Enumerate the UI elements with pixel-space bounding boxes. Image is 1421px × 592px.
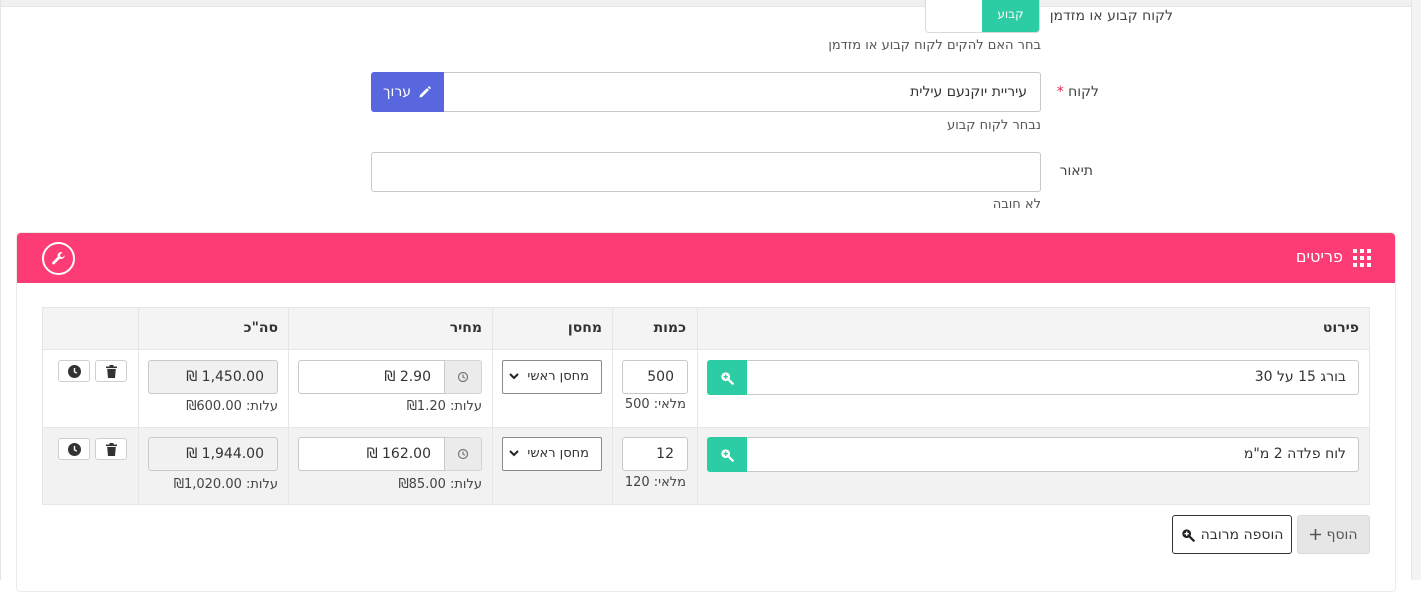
column-total: סה"כ (243, 320, 278, 336)
price-input[interactable]: 2.90 ₪ (298, 360, 445, 394)
bulk-add-button[interactable]: הוספה מרובה (1172, 515, 1292, 554)
item-input[interactable]: לוח פלדה 2 מ"מ (746, 437, 1359, 472)
chevron-down-icon (509, 450, 519, 457)
item-input[interactable]: בורג 15 על 30 (746, 360, 1359, 395)
price-input[interactable]: 162.00 ₪ (298, 437, 445, 471)
page-edge (0, 0, 1, 580)
scrollbar[interactable] (1411, 0, 1421, 580)
history-icon (457, 371, 469, 383)
bulk-add-label: הוספה מרובה (1200, 526, 1284, 543)
items-table-header: פירוט כמות מחסן מחיר סה"כ (42, 307, 1370, 350)
search-plus-icon (721, 371, 734, 385)
clock-icon (67, 442, 81, 456)
stock-note: מלאי: 120 (624, 475, 686, 490)
items-card-title: פריטים (1295, 247, 1343, 266)
quantity-input[interactable]: 500 (622, 360, 688, 394)
description-label: תיאור (1059, 163, 1093, 179)
customer-type-help: בחר האם להקים לקוח קבוע או מזדמן (828, 38, 1041, 53)
row-history-button[interactable] (58, 438, 90, 460)
plus-icon (1309, 529, 1321, 540)
column-divider (138, 307, 139, 505)
column-divider (492, 307, 493, 505)
column-warehouse: מחסן (567, 320, 602, 336)
customer-help: נבחר לקוח קבוע (947, 118, 1041, 133)
search-plus-icon (1181, 528, 1195, 542)
trash-icon (105, 364, 117, 378)
column-price: מחיר (449, 320, 482, 336)
toggle-selected-option[interactable]: קבוע (982, 0, 1039, 32)
total-field: 1,944.00 ₪ (148, 437, 278, 471)
warehouse-select[interactable]: מחסן ראשי (502, 360, 602, 394)
warehouse-value: מחסן ראשי (527, 446, 589, 461)
pencil-icon (419, 86, 431, 98)
price-history-button[interactable] (445, 360, 482, 394)
price-history-button[interactable] (445, 437, 482, 471)
search-plus-icon (721, 448, 734, 462)
settings-button[interactable] (42, 242, 75, 275)
item-search-button[interactable] (707, 360, 747, 395)
column-item: פירוט (1322, 320, 1359, 336)
column-quantity: כמות (653, 320, 686, 336)
column-divider (697, 307, 698, 505)
description-input[interactable] (371, 152, 1041, 192)
customer-input[interactable]: עיריית יוקנעם עילית (443, 72, 1041, 112)
delete-row-button[interactable] (95, 360, 127, 382)
history-icon (457, 448, 469, 460)
item-search-button[interactable] (707, 437, 747, 472)
add-item-button[interactable]: הוסף (1297, 515, 1370, 554)
trash-icon (105, 442, 117, 456)
warehouse-value: מחסן ראשי (527, 369, 589, 384)
wrench-icon (52, 251, 65, 265)
items-card-header: פריטים (17, 233, 1395, 283)
total-cost-note: עלות: ₪1,020.00 (173, 477, 278, 492)
customer-type-label: לקוח קבוע או מזדמן (1049, 8, 1173, 24)
clock-icon (67, 364, 81, 378)
column-divider (612, 307, 613, 505)
cost-note: עלות: ₪1.20 (406, 399, 482, 414)
total-cost-note: עלות: ₪600.00 (186, 399, 278, 414)
warehouse-select[interactable]: מחסן ראשי (502, 437, 602, 471)
stock-note: מלאי: 500 (624, 397, 686, 412)
add-item-label: הוסף (1326, 526, 1358, 543)
edit-customer-label: ערוך (383, 84, 411, 100)
chevron-down-icon (509, 373, 519, 380)
top-bar (0, 0, 1411, 7)
cost-note: עלות: ₪85.00 (398, 477, 482, 492)
edit-customer-button[interactable]: ערוך (371, 72, 444, 112)
customer-label-text: לקוח (1068, 84, 1099, 100)
column-divider (288, 307, 289, 505)
customer-type-toggle[interactable]: קבוע (925, 0, 1040, 33)
quantity-input[interactable]: 12 (622, 437, 688, 471)
required-mark: * (1056, 84, 1064, 100)
grid-icon (1353, 249, 1371, 267)
row-history-button[interactable] (58, 360, 90, 382)
customer-label: לקוח * (1057, 84, 1099, 100)
description-help: לא חובה (992, 197, 1041, 212)
total-field: 1,450.00 ₪ (148, 360, 278, 394)
delete-row-button[interactable] (95, 438, 127, 460)
